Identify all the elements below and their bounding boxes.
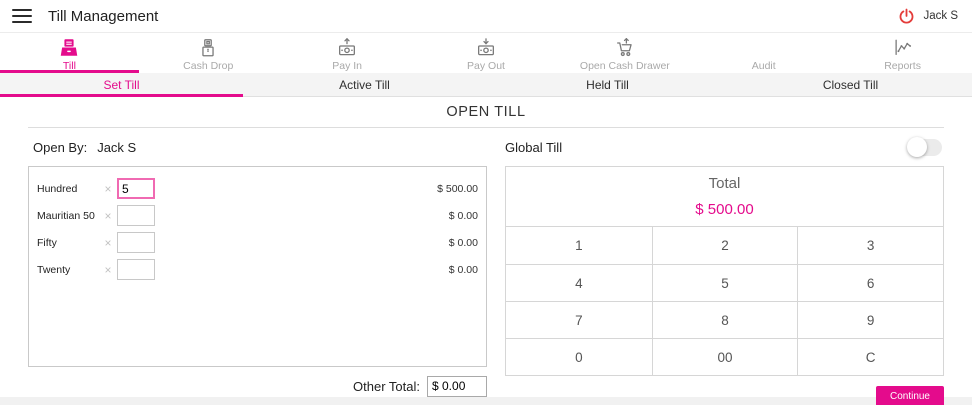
user-name: Jack S bbox=[923, 10, 958, 22]
denomination-amount: $ 0.00 bbox=[448, 263, 478, 276]
other-total-input[interactable] bbox=[427, 375, 487, 397]
total-value: $ 500.00 bbox=[695, 201, 754, 218]
nav-label-pay-in: Pay In bbox=[332, 60, 363, 72]
nav-item-pay-in[interactable]: Pay In bbox=[278, 33, 417, 73]
section-title: OPEN TILL bbox=[0, 97, 972, 127]
denomination-label: Mauritian 50 bbox=[37, 209, 95, 222]
tab-set-till[interactable]: Set Till bbox=[0, 73, 243, 97]
key-1[interactable]: 1 bbox=[506, 227, 652, 264]
nav-item-open-cash-drawer[interactable]: Open Cash Drawer bbox=[555, 33, 694, 73]
denomination-amount: $ 0.00 bbox=[448, 209, 478, 222]
power-logout-icon[interactable] bbox=[897, 7, 916, 26]
total-keypad-table: Total $ 500.00 1 2 3 4 5 6 7 8 9 0 00 C bbox=[505, 166, 944, 376]
key-00[interactable]: 00 bbox=[651, 338, 798, 375]
key-clear[interactable]: C bbox=[797, 338, 943, 375]
nav-item-pay-out[interactable]: Pay Out bbox=[417, 33, 556, 73]
qty-input-hundred[interactable] bbox=[117, 178, 155, 199]
denomination-row-hundred: Hundred × $ 500.00 bbox=[37, 175, 480, 202]
total-label: Total bbox=[708, 175, 741, 192]
main-nav: Till Cash Drop Pay In Pay Out Open Cash … bbox=[0, 33, 972, 73]
nav-label-cash-drop: Cash Drop bbox=[183, 60, 234, 72]
key-8[interactable]: 8 bbox=[651, 301, 798, 338]
multiply-icon: × bbox=[104, 208, 112, 223]
key-2[interactable]: 2 bbox=[651, 227, 798, 264]
global-till-column: Global Till Total $ 500.00 1 2 3 4 5 6 7… bbox=[505, 128, 944, 405]
multiply-icon: × bbox=[104, 181, 112, 196]
nav-item-till[interactable]: Till bbox=[0, 33, 139, 73]
denomination-amount: $ 500.00 bbox=[437, 182, 478, 195]
reports-chart-icon bbox=[892, 36, 914, 59]
denominations-column: Open By: Jack S Hundred × $ 500.00 Mauri… bbox=[28, 128, 487, 405]
till-tabs: Set Till Active Till Held Till Closed Ti… bbox=[0, 73, 972, 97]
tab-active-till[interactable]: Active Till bbox=[243, 73, 486, 96]
keypad: 1 2 3 4 5 6 7 8 9 0 00 C bbox=[506, 227, 943, 375]
multiply-icon: × bbox=[104, 262, 112, 277]
cart-up-icon bbox=[614, 36, 636, 59]
denomination-row-twenty: Twenty × $ 0.00 bbox=[37, 256, 480, 283]
pay-out-icon bbox=[475, 36, 497, 59]
open-by-row: Open By: Jack S bbox=[28, 128, 487, 166]
denomination-label: Hundred bbox=[37, 182, 78, 195]
qty-input-twenty[interactable] bbox=[117, 259, 155, 280]
continue-button[interactable]: Continue bbox=[875, 386, 944, 405]
denomination-row-mauritian-50: Mauritian 50 × $ 0.00 bbox=[37, 202, 480, 229]
continue-row: Continue bbox=[505, 386, 944, 405]
till-management-app: Till Management Jack S Till Cash Drop Pa… bbox=[0, 0, 972, 405]
nav-label-pay-out: Pay Out bbox=[467, 60, 505, 72]
hamburger-menu-icon[interactable] bbox=[12, 9, 32, 23]
tab-closed-till[interactable]: Closed Till bbox=[729, 73, 972, 96]
key-4[interactable]: 4 bbox=[506, 264, 652, 301]
key-5[interactable]: 5 bbox=[651, 264, 798, 301]
denomination-row-fifty: Fifty × $ 0.00 bbox=[37, 229, 480, 256]
key-7[interactable]: 7 bbox=[506, 301, 652, 338]
other-total-row: Other Total: bbox=[28, 373, 487, 399]
multiply-icon: × bbox=[104, 235, 112, 250]
nav-label-audit: Audit bbox=[751, 60, 776, 72]
pay-in-icon bbox=[336, 36, 358, 59]
global-till-toggle[interactable] bbox=[907, 137, 942, 157]
toggle-knob bbox=[907, 137, 927, 157]
key-0[interactable]: 0 bbox=[506, 338, 652, 375]
till-icon bbox=[58, 36, 80, 59]
key-3[interactable]: 3 bbox=[797, 227, 943, 264]
denomination-label: Fifty bbox=[37, 236, 57, 249]
nav-label-open-cash-drawer: Open Cash Drawer bbox=[579, 60, 670, 72]
denomination-label: Twenty bbox=[37, 263, 71, 276]
nav-item-cash-drop[interactable]: Cash Drop bbox=[139, 33, 278, 73]
key-9[interactable]: 9 bbox=[797, 301, 943, 338]
denomination-amount: $ 0.00 bbox=[448, 236, 478, 249]
header: Till Management Jack S bbox=[0, 0, 972, 33]
qty-input-mauritian-50[interactable] bbox=[117, 205, 155, 226]
open-by-label: Open By: bbox=[33, 139, 88, 155]
open-by-value: Jack S bbox=[97, 139, 137, 155]
global-till-label: Global Till bbox=[505, 139, 563, 155]
nav-item-audit[interactable]: Audit bbox=[694, 33, 833, 73]
other-total-label: Other Total: bbox=[353, 378, 420, 394]
open-till-content: Open By: Jack S Hundred × $ 500.00 Mauri… bbox=[28, 127, 944, 405]
page-title: Till Management bbox=[48, 7, 159, 25]
denominations-panel: Hundred × $ 500.00 Mauritian 50 × $ 0.00… bbox=[28, 166, 487, 367]
nav-item-reports[interactable]: Reports bbox=[833, 33, 972, 73]
cash-drop-icon bbox=[197, 36, 219, 59]
tab-held-till[interactable]: Held Till bbox=[486, 73, 729, 96]
global-till-row: Global Till bbox=[505, 128, 944, 166]
qty-input-fifty[interactable] bbox=[117, 232, 155, 253]
nav-label-reports: Reports bbox=[884, 60, 921, 72]
total-header: Total $ 500.00 bbox=[506, 167, 943, 227]
key-6[interactable]: 6 bbox=[797, 264, 943, 301]
